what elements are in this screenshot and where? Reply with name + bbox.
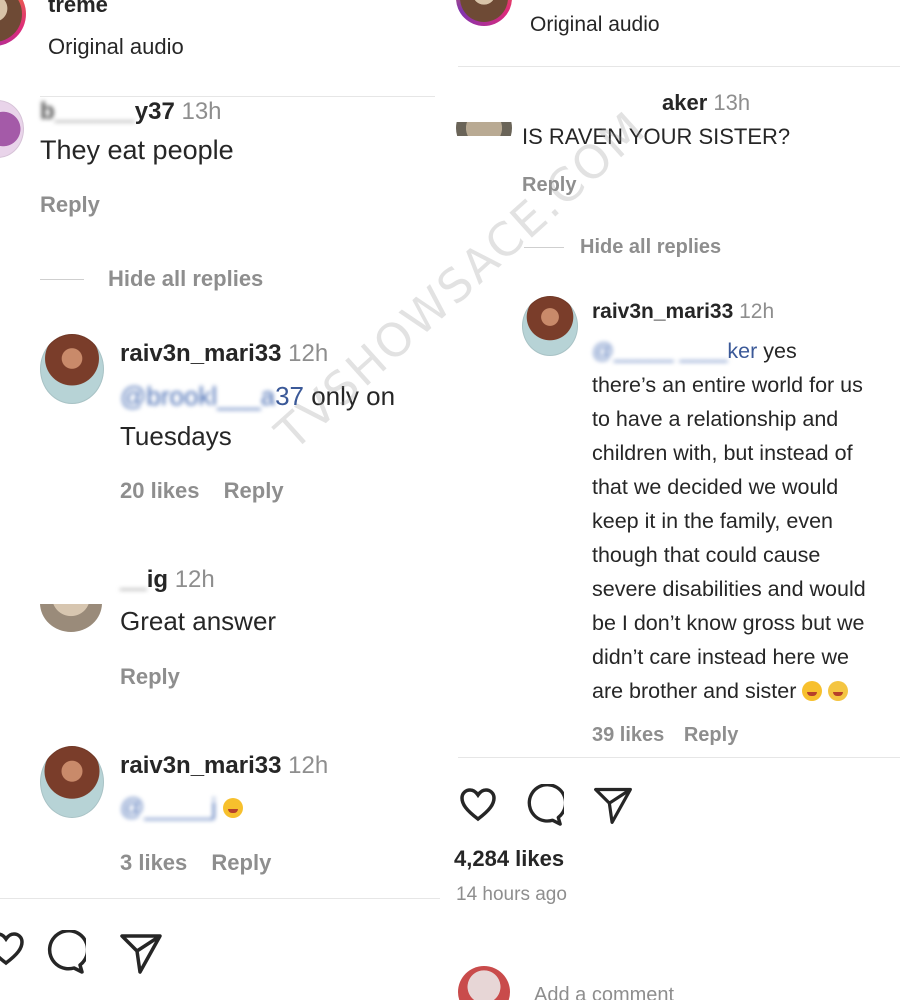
comment-username[interactable]: b______y37 13h — [40, 98, 222, 126]
reply-text-line: though that could cause — [592, 543, 821, 567]
my-avatar — [458, 966, 510, 1000]
reply-time: 12h — [288, 752, 329, 779]
reply-meta: 3 likes Reply — [120, 850, 271, 876]
divider — [40, 96, 435, 97]
hide-replies-line — [40, 279, 84, 280]
reply-avatar[interactable] — [40, 746, 104, 818]
send-icon[interactable] — [118, 930, 164, 976]
reply-username-row: raiv3n_mari33 12h — [120, 340, 328, 368]
redacted-mention[interactable]: @_____ ____ — [592, 339, 727, 363]
reply-text-line: @_____ ____ker yes — [592, 339, 797, 363]
reply-time: 12h — [739, 300, 775, 323]
reel-author-avatar[interactable] — [456, 0, 512, 26]
reply-text-line: didn’t care instead here we — [592, 645, 849, 669]
reply-text-line2: Tuesdays — [120, 421, 232, 451]
send-icon[interactable] — [592, 784, 634, 826]
reply-avatar[interactable] — [40, 334, 104, 404]
redacted-username: b______ — [40, 98, 135, 125]
hide-all-replies-button[interactable]: Hide all replies — [580, 236, 721, 259]
reply-button[interactable]: Reply — [224, 478, 284, 503]
comment-icon[interactable] — [522, 784, 564, 826]
redacted-username: __ — [120, 566, 147, 593]
likes-count[interactable]: 39 likes — [592, 724, 664, 746]
reply-time: 12h — [288, 340, 329, 367]
laughing-emoji-icon — [223, 798, 244, 818]
comment-username-text[interactable]: aker — [662, 90, 707, 115]
hide-all-replies-button[interactable]: Hide all replies — [108, 266, 263, 292]
reply-button[interactable]: Reply — [40, 192, 100, 218]
divider — [458, 757, 900, 758]
left-screenshot: treme Original audio b______y37 13h They… — [0, 0, 450, 1000]
total-likes[interactable]: 4,284 likes — [454, 846, 564, 872]
reply-text: @_____ ____ker yes there’s an entire wor… — [592, 334, 897, 708]
reply-username[interactable]: raiv3n_mari33 — [120, 752, 281, 779]
laughing-emoji-icon — [802, 681, 823, 701]
right-screenshot: Original audio aker 13h IS RAVEN YOUR SI… — [450, 0, 900, 1000]
comment-username: aker 13h — [662, 90, 750, 116]
reply-button[interactable]: Reply — [522, 174, 576, 197]
redacted-mention[interactable]: @brookl___a — [120, 381, 275, 411]
reply-text-line1: @brookl___a37 only on — [120, 381, 396, 411]
heart-icon[interactable] — [0, 932, 24, 966]
reply-time: 12h — [174, 566, 215, 593]
reply-text-line: to have a relationship and — [592, 407, 839, 431]
mention-link[interactable]: ker — [727, 339, 757, 363]
hide-replies-line — [524, 247, 564, 248]
commenter-avatar[interactable] — [456, 122, 512, 136]
commenter-avatar[interactable] — [0, 100, 24, 158]
comment-icon[interactable] — [42, 930, 86, 974]
comment-text: IS RAVEN YOUR SISTER? — [522, 124, 791, 149]
reply-username-row: raiv3n_mari33 12h — [592, 300, 774, 324]
reply-username-row: raiv3n_mari33 12h — [120, 752, 328, 780]
reply-username[interactable]: raiv3n_mari33 — [592, 300, 733, 323]
reply-text-line-last: are brother and sister — [592, 674, 897, 708]
reply-username[interactable]: ig — [147, 566, 168, 593]
reply-text: Great answer — [120, 606, 277, 636]
mention-link[interactable]: 37 — [275, 381, 304, 411]
reel-author-avatar[interactable] — [0, 0, 26, 46]
reply-avatar[interactable] — [40, 604, 102, 632]
divider — [0, 898, 440, 899]
reply-button[interactable]: Reply — [211, 850, 271, 875]
reply-username-row: __ig 12h — [120, 566, 215, 594]
comment-text: They eat people — [40, 135, 234, 165]
post-time: 14 hours ago — [456, 884, 567, 905]
audio-label[interactable]: Original audio — [48, 34, 184, 60]
comment-time: 13h — [181, 98, 222, 125]
likes-count[interactable]: 3 likes — [120, 850, 187, 875]
audio-label[interactable]: Original audio — [530, 13, 660, 37]
reply-text-line: there’s an entire world for us — [592, 373, 863, 397]
eye-roll-emoji-icon — [828, 681, 849, 701]
add-comment-input[interactable]: Add a comment — [534, 984, 674, 1000]
reply-text-line: be I don’t know gross but we — [592, 611, 865, 635]
heart-icon[interactable] — [460, 788, 496, 822]
reply-username[interactable]: raiv3n_mari33 — [120, 340, 281, 367]
reply-meta: 39 likes Reply — [592, 724, 738, 747]
likes-count[interactable]: 20 likes — [120, 478, 200, 503]
reply-avatar[interactable] — [522, 296, 578, 356]
reply-button[interactable]: Reply — [684, 724, 738, 746]
reply-text-line: children with, but instead of — [592, 441, 853, 465]
comment-time: 13h — [713, 90, 751, 115]
reply-text-line: severe disabilities and would — [592, 577, 866, 601]
reply-text-line: keep it in the family, even — [592, 509, 834, 533]
reply-text: @_____j — [120, 794, 244, 822]
reel-author-username[interactable]: treme — [48, 0, 108, 18]
reply-meta: 20 likes Reply — [120, 478, 284, 504]
reply-button[interactable]: Reply — [120, 664, 180, 690]
reply-text-line: that we decided we would — [592, 475, 839, 499]
divider — [458, 66, 900, 67]
redacted-mention[interactable]: @_____j — [120, 794, 216, 821]
